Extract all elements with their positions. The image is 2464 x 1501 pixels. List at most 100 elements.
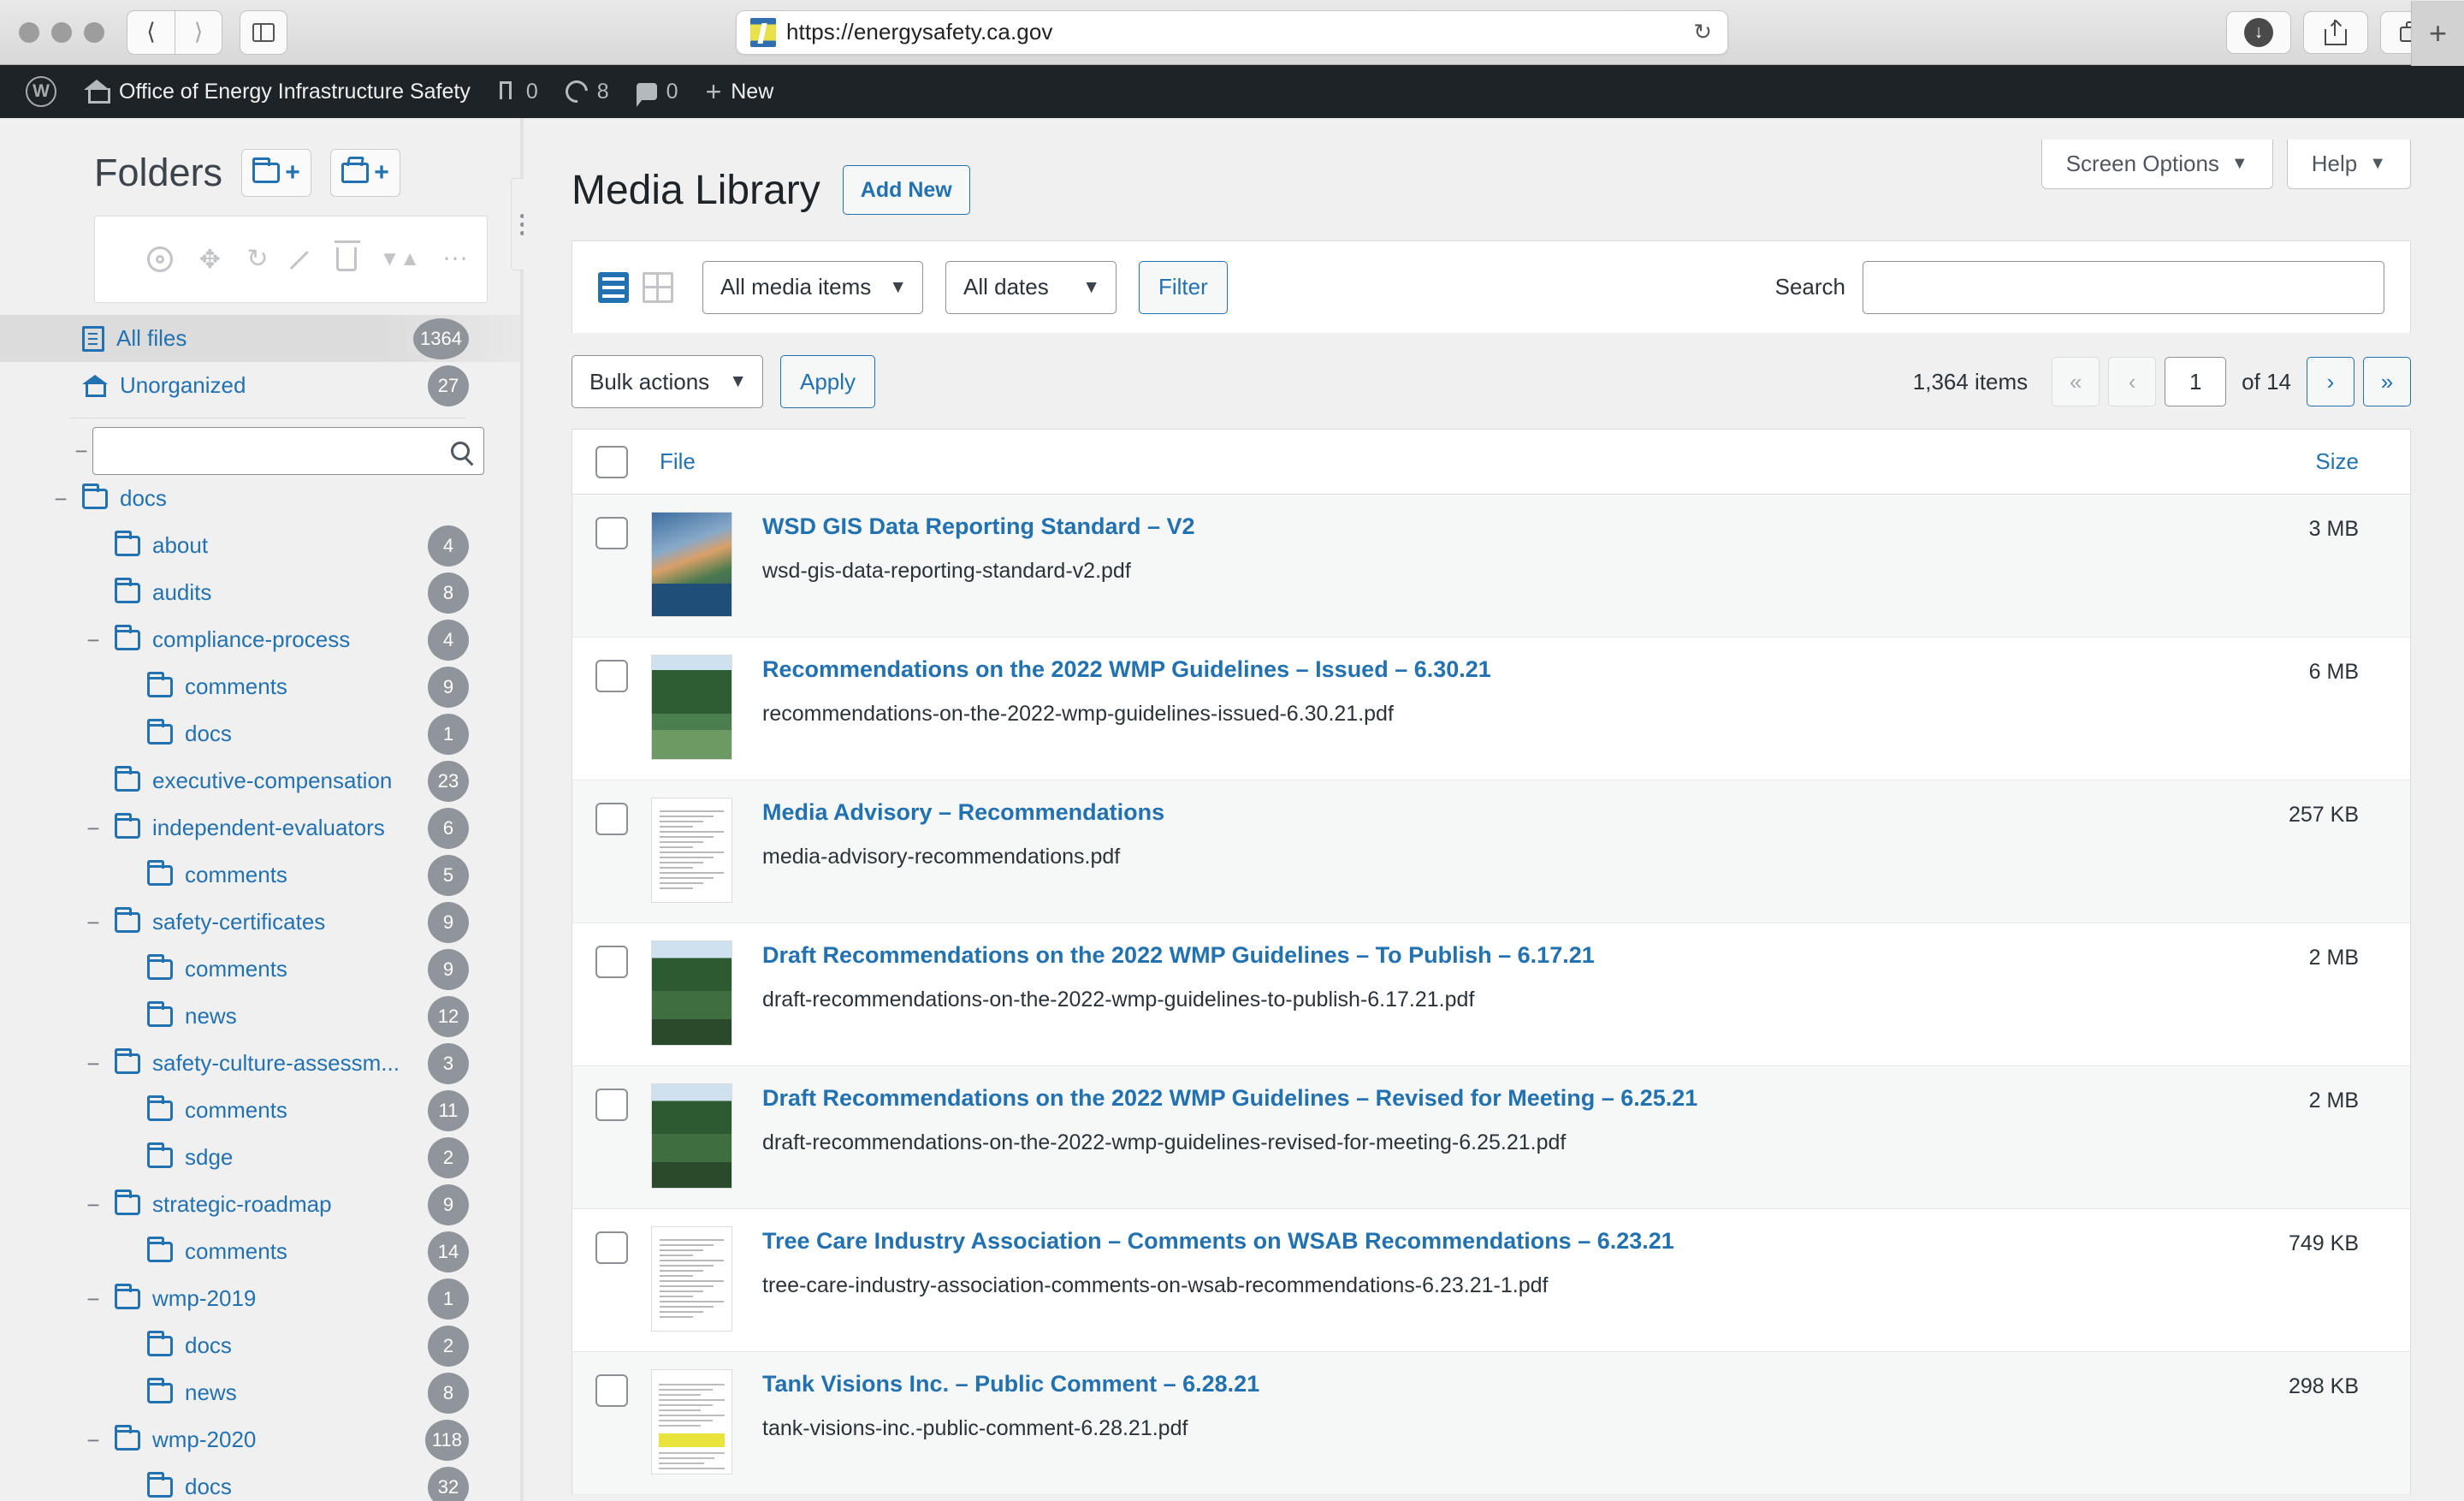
sidebar-folder-wmp-2019[interactable]: − wmp-2019 1 <box>0 1275 520 1322</box>
sidebar-item-all-files[interactable]: All files 1364 <box>0 315 520 362</box>
sidebar-folder-independent-evaluators[interactable]: − independent-evaluators 6 <box>0 804 520 851</box>
row-select-cell[interactable] <box>572 923 651 1065</box>
downloads-button[interactable]: ↓ <box>2226 10 2291 54</box>
sort-icon[interactable]: ▼▲ <box>379 249 420 270</box>
bulk-actions-select[interactable]: Bulk actions ▼ <box>572 355 763 408</box>
sidebar-folder-docs[interactable]: docs 2 <box>0 1322 520 1369</box>
row-checkbox[interactable] <box>595 1231 628 1264</box>
file-thumbnail[interactable] <box>651 1369 732 1474</box>
move-icon[interactable]: ✥ <box>195 245 224 274</box>
updates-menu[interactable]: 0 <box>484 65 552 118</box>
comments-menu[interactable]: 0 <box>623 65 692 118</box>
file-title-link[interactable]: Recommendations on the 2022 WMP Guidelin… <box>762 656 2196 683</box>
last-page-button[interactable]: » <box>2363 357 2411 406</box>
forward-button[interactable]: ⟩ <box>175 9 222 55</box>
sidebar-folder-executive-compensation[interactable]: executive-compensation 23 <box>0 757 520 804</box>
sidebar-folder-docs[interactable]: docs 1 <box>0 710 520 757</box>
row-checkbox[interactable] <box>595 660 628 692</box>
new-tab-button[interactable]: + <box>2411 0 2464 66</box>
file-title-link[interactable]: Draft Recommendations on the 2022 WMP Gu… <box>762 1085 2196 1112</box>
row-checkbox[interactable] <box>595 946 628 978</box>
table-row[interactable]: Draft Recommendations on the 2022 WMP Gu… <box>572 1066 2410 1209</box>
filter-button[interactable]: Filter <box>1139 260 1228 314</box>
select-all-cell[interactable] <box>572 445 651 478</box>
sidebar-folder-strategic-roadmap[interactable]: − strategic-roadmap 9 <box>0 1181 520 1228</box>
new-folder-button[interactable]: + <box>241 149 312 197</box>
new-content-menu[interactable]: + New <box>692 65 788 118</box>
row-checkbox[interactable] <box>595 1089 628 1121</box>
edit-icon[interactable] <box>290 247 314 271</box>
sidebar-folder-comments[interactable]: comments 9 <box>0 663 520 710</box>
help-button[interactable]: Help ▼ <box>2286 139 2411 189</box>
sidebar-toggle-button[interactable] <box>240 9 287 55</box>
date-filter[interactable]: All dates ▼ <box>945 260 1116 314</box>
file-thumbnail[interactable] <box>651 512 732 617</box>
folder-twisty-icon[interactable]: − <box>84 1429 103 1451</box>
first-page-button[interactable]: « <box>2052 357 2100 406</box>
sidebar-folder-docs[interactable]: − docs <box>0 475 520 522</box>
sidebar-folder-comments[interactable]: comments 11 <box>0 1087 520 1134</box>
table-row[interactable]: Tank Visions Inc. – Public Comment – 6.2… <box>572 1352 2410 1495</box>
sidebar-folder-news[interactable]: news 8 <box>0 1369 520 1416</box>
file-thumbnail[interactable] <box>651 798 732 903</box>
sidebar-item-unorganized[interactable]: Unorganized 27 <box>0 362 520 409</box>
grid-view-icon[interactable] <box>643 271 673 303</box>
table-row[interactable]: WSD GIS Data Reporting Standard – V2 wsd-… <box>572 495 2410 638</box>
maximize-window-button[interactable] <box>84 21 104 43</box>
sidebar-folder-audits[interactable]: audits 8 <box>0 569 520 616</box>
sidebar-folder-comments[interactable]: comments 9 <box>0 946 520 993</box>
file-thumbnail[interactable] <box>651 940 732 1046</box>
file-title-link[interactable]: Tree Care Industry Association – Comment… <box>762 1228 2196 1255</box>
folder-twisty-icon[interactable]: − <box>51 488 70 510</box>
row-checkbox[interactable] <box>595 517 628 549</box>
add-new-button[interactable]: Add New <box>842 165 970 215</box>
file-title-link[interactable]: WSD GIS Data Reporting Standard – V2 <box>762 513 2196 540</box>
refresh-icon[interactable]: ↻ <box>246 246 268 272</box>
table-row[interactable]: Recommendations on the 2022 WMP Guidelin… <box>572 638 2410 780</box>
sidebar-folder-comments[interactable]: comments 5 <box>0 851 520 899</box>
gear-icon[interactable] <box>147 246 174 272</box>
sidebar-folder-compliance-process[interactable]: − compliance-process 4 <box>0 616 520 663</box>
table-row[interactable]: Tree Care Industry Association – Comment… <box>572 1209 2410 1352</box>
current-page-input[interactable]: 1 <box>2165 357 2227 406</box>
apply-button[interactable]: Apply <box>780 355 876 408</box>
sidebar-folder-news[interactable]: news 12 <box>0 993 520 1040</box>
file-thumbnail[interactable] <box>651 655 732 760</box>
row-select-cell[interactable] <box>572 495 651 637</box>
select-all-checkbox[interactable] <box>595 445 628 478</box>
next-page-button[interactable]: › <box>2307 357 2354 406</box>
upload-folder-button[interactable]: + <box>330 149 401 197</box>
file-title-link[interactable]: Media Advisory – Recommendations <box>762 799 2196 826</box>
sidebar-folder-about[interactable]: about 4 <box>0 522 520 569</box>
back-button[interactable]: ⟨ <box>127 9 175 55</box>
file-thumbnail[interactable] <box>651 1083 732 1189</box>
row-select-cell[interactable] <box>572 1209 651 1351</box>
folder-search-input[interactable] <box>92 427 484 475</box>
file-thumbnail[interactable] <box>651 1226 732 1332</box>
nav-buttons[interactable]: ⟨ ⟩ <box>127 9 222 55</box>
sidebar-folder-comments[interactable]: comments 14 <box>0 1228 520 1275</box>
folder-twisty-icon[interactable]: − <box>84 1194 103 1216</box>
collapse-all-toggle[interactable]: − <box>70 438 92 465</box>
window-controls[interactable] <box>19 21 104 43</box>
file-title-link[interactable]: Tank Visions Inc. – Public Comment – 6.2… <box>762 1371 2196 1397</box>
screen-options-button[interactable]: Screen Options ▼ <box>2040 139 2273 189</box>
list-view-icon[interactable] <box>598 271 629 303</box>
prev-page-button[interactable]: ‹ <box>2108 357 2157 406</box>
address-bar[interactable]: https://energysafety.ca.gov ↻ <box>736 9 1728 55</box>
sidebar-folder-safety-culture-assessm-[interactable]: − safety-culture-assessm... 3 <box>0 1040 520 1087</box>
folder-twisty-icon[interactable]: − <box>84 1053 103 1075</box>
row-select-cell[interactable] <box>572 1352 651 1494</box>
column-header-size[interactable]: Size <box>2213 448 2410 475</box>
sidebar-folder-sdge[interactable]: sdge 2 <box>0 1134 520 1181</box>
folder-twisty-icon[interactable]: − <box>84 629 103 651</box>
row-select-cell[interactable] <box>572 1066 651 1208</box>
share-button[interactable] <box>2303 10 2368 54</box>
media-type-filter[interactable]: All media items ▼ <box>702 260 923 314</box>
site-name-menu[interactable]: Office of Energy Infrastructure Safety <box>70 65 484 118</box>
row-checkbox[interactable] <box>595 1374 628 1407</box>
reload-icon[interactable]: ↻ <box>1693 19 1712 45</box>
row-select-cell[interactable] <box>572 638 651 780</box>
search-input[interactable] <box>1863 260 2384 314</box>
revisions-menu[interactable]: 8 <box>552 65 623 118</box>
